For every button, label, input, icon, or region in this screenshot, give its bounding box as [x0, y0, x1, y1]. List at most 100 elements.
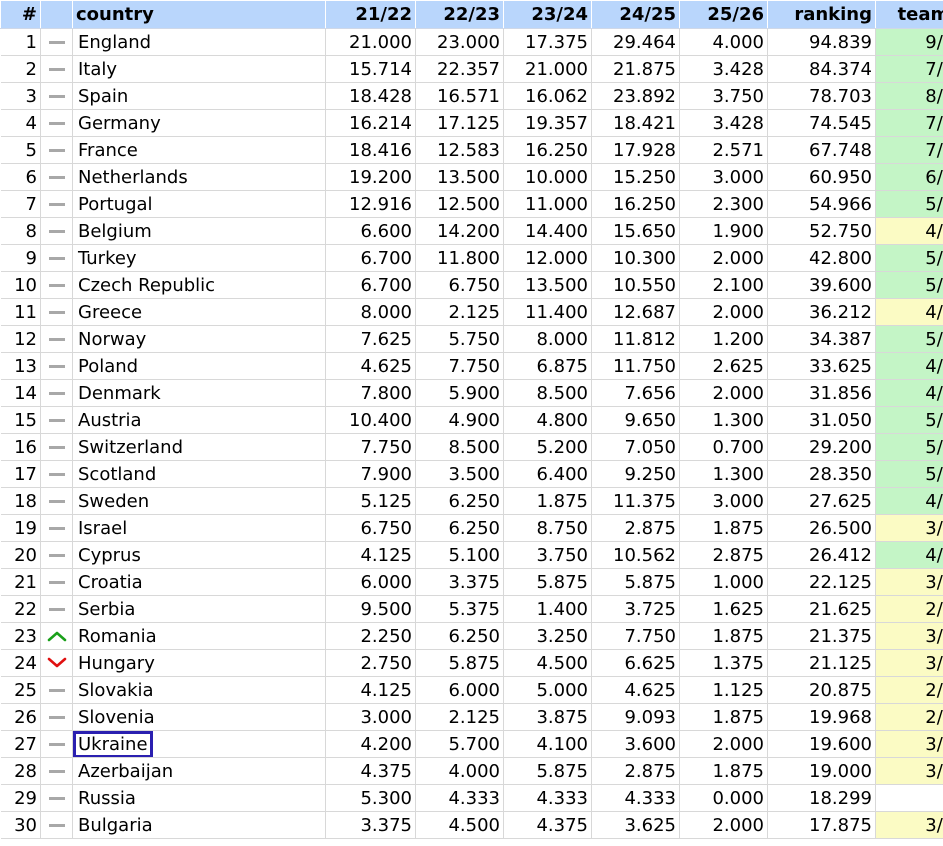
table-row[interactable]: 9 Turkey 6.700 11.800 12.000 10.300 2.000 42.80… — [0, 244, 943, 272]
country-name[interactable]: Slovakia — [76, 680, 156, 701]
table-row[interactable]: 15 Austria 10.400 4.900 4.800 9.650 1.300 31.05… — [0, 406, 943, 434]
country-name[interactable]: Sweden — [76, 491, 151, 512]
table-row[interactable]: 4 Germany 16.214 17.125 19.357 18.421 3.428 74.… — [0, 109, 943, 137]
country-name[interactable]: Spain — [76, 86, 130, 107]
table-row[interactable]: 6 Netherlands 19.200 13.500 10.000 15.250 3.00… — [0, 163, 943, 191]
country-cell[interactable]: Netherlands — [72, 163, 326, 191]
header-season-21-22[interactable]: 21/22 — [325, 0, 416, 29]
header-season-23-24[interactable]: 23/24 — [503, 0, 592, 29]
header-teams[interactable]: teams — [875, 0, 943, 29]
country-cell[interactable]: Poland — [72, 352, 326, 380]
table-row[interactable]: 18 Sweden 5.125 6.250 1.875 11.375 3.000 27.625… — [0, 487, 943, 515]
country-cell[interactable]: Azerbaijan — [72, 757, 326, 785]
country-name[interactable]: Germany — [76, 113, 163, 134]
country-name[interactable]: Turkey — [76, 248, 139, 269]
country-cell[interactable]: Ukraine — [72, 730, 326, 758]
country-cell[interactable]: Norway — [72, 325, 326, 353]
country-cell[interactable]: Israel — [72, 514, 326, 542]
country-name[interactable]: Slovenia — [76, 707, 157, 728]
table-row[interactable]: 7 Portugal 12.916 12.500 11.000 16.250 2.300 54… — [0, 190, 943, 218]
country-cell[interactable]: England — [72, 28, 326, 56]
table-row[interactable]: 29Russia5.3004.3334.3334.3330.00018.2990 — [0, 784, 943, 812]
table-row[interactable]: 23 Romania 2.250 6.250 3.250 7.750 1.875 21.375… — [0, 622, 943, 650]
table-row[interactable]: 8 Belgium 6.600 14.200 14.400 15.650 1.900 52.7… — [0, 217, 943, 245]
table-row[interactable]: 12 Norway 7.625 5.750 8.000 11.812 1.200 34.387… — [0, 325, 943, 353]
country-name[interactable]: Croatia — [76, 572, 145, 593]
table-row[interactable]: 30 Bulgaria 3.375 4.500 4.375 3.625 2.000 17.87… — [0, 811, 943, 839]
header-season-24-25[interactable]: 24/25 — [591, 0, 680, 29]
country-cell[interactable]: Denmark — [72, 379, 326, 407]
country-cell[interactable]: Switzerland — [72, 433, 326, 461]
country-name[interactable]: Belgium — [76, 221, 154, 242]
table-row[interactable]: 28 Azerbaijan 4.375 4.000 5.875 2.875 1.875 19.… — [0, 757, 943, 785]
country-cell[interactable]: Austria — [72, 406, 326, 434]
header-season-22-23[interactable]: 22/23 — [415, 0, 504, 29]
header-ranking[interactable]: ranking — [767, 0, 876, 29]
country-cell[interactable]: France — [72, 136, 326, 164]
header-country[interactable]: country — [72, 0, 326, 29]
country-cell[interactable]: Sweden — [72, 487, 326, 515]
country-cell[interactable]: Slovakia — [72, 676, 326, 704]
country-cell[interactable]: Spain — [72, 82, 326, 110]
country-name[interactable]: Cyprus — [76, 545, 143, 566]
table-row[interactable]: 13 Poland 4.625 7.750 6.875 11.750 2.625 33.625… — [0, 352, 943, 380]
table-row[interactable]: 27 Ukraine 4.200 5.700 4.100 3.600 2.000 19.600… — [0, 730, 943, 758]
table-row[interactable]: 16 Switzerland 7.750 8.500 5.200 7.050 0.700 29… — [0, 433, 943, 461]
country-name[interactable]: Austria — [76, 410, 144, 431]
table-row[interactable]: 17 Scotland 7.900 3.500 6.400 9.250 1.300 28.35… — [0, 460, 943, 488]
table-row[interactable]: 3 Spain 18.428 16.571 16.062 23.892 3.750 78.70… — [0, 82, 943, 110]
country-name[interactable]: England — [76, 32, 153, 53]
table-row[interactable]: 2 Italy 15.714 22.357 21.000 21.875 3.428 84.37… — [0, 55, 943, 83]
country-name[interactable]: Romania — [76, 626, 159, 647]
table-row[interactable]: 20 Cyprus 4.125 5.100 3.750 10.562 2.875 26.412… — [0, 541, 943, 569]
country-cell[interactable]: Czech Republic — [72, 271, 326, 299]
country-name[interactable]: Bulgaria — [76, 815, 155, 836]
table-row[interactable]: 11 Greece 8.000 2.125 11.400 12.687 2.000 36.21… — [0, 298, 943, 326]
country-name-selected[interactable]: Ukraine — [73, 730, 153, 757]
country-name[interactable]: Scotland — [76, 464, 158, 485]
table-row[interactable]: 14 Denmark 7.800 5.900 8.500 7.656 2.000 31.856… — [0, 379, 943, 407]
table-row[interactable]: 25 Slovakia 4.125 6.000 5.000 4.625 1.125 20.87… — [0, 676, 943, 704]
country-name[interactable]: Portugal — [76, 194, 155, 215]
country-name[interactable]: Netherlands — [76, 167, 190, 188]
country-cell[interactable]: Serbia — [72, 595, 326, 623]
country-name[interactable]: Italy — [76, 59, 119, 80]
table-row[interactable]: 26 Slovenia 3.000 2.125 3.875 9.093 1.875 19.96… — [0, 703, 943, 731]
country-cell[interactable]: Croatia — [72, 568, 326, 596]
country-cell[interactable]: Portugal — [72, 190, 326, 218]
country-cell[interactable]: Hungary — [72, 649, 326, 677]
table-row[interactable]: 19 Israel 6.750 6.250 8.750 2.875 1.875 26.500 3… — [0, 514, 943, 542]
country-name[interactable]: Greece — [76, 302, 144, 323]
country-name[interactable]: Russia — [76, 788, 138, 809]
country-cell[interactable]: Turkey — [72, 244, 326, 272]
country-cell[interactable]: Scotland — [72, 460, 326, 488]
country-name[interactable]: Czech Republic — [76, 275, 217, 296]
country-name[interactable]: Azerbaijan — [76, 761, 175, 782]
country-name[interactable]: Israel — [76, 518, 129, 539]
table-row[interactable]: 21 Croatia 6.000 3.375 5.875 5.875 1.000 22.125… — [0, 568, 943, 596]
country-cell[interactable]: Germany — [72, 109, 326, 137]
header-rank[interactable]: # — [0, 0, 41, 29]
country-cell[interactable]: Cyprus — [72, 541, 326, 569]
country-cell[interactable]: Romania — [72, 622, 326, 650]
country-name[interactable]: Switzerland — [76, 437, 185, 458]
country-name[interactable]: Poland — [76, 356, 140, 377]
table-row[interactable]: 24 Hungary 2.750 5.875 4.500 6.625 1.375 21.125… — [0, 649, 943, 677]
country-name[interactable]: Denmark — [76, 383, 163, 404]
season-24-25-cell: 11.812 — [591, 325, 680, 353]
country-cell[interactable]: Italy — [72, 55, 326, 83]
country-name[interactable]: France — [76, 140, 140, 161]
country-cell[interactable]: Greece — [72, 298, 326, 326]
country-name[interactable]: Serbia — [76, 599, 137, 620]
country-name[interactable]: Hungary — [76, 653, 157, 674]
table-row[interactable]: 1 England 21.000 23.000 17.375 29.464 4.000 94.… — [0, 28, 943, 56]
country-cell[interactable]: Russia — [72, 784, 326, 812]
country-cell[interactable]: Slovenia — [72, 703, 326, 731]
country-cell[interactable]: Bulgaria — [72, 811, 326, 839]
country-name[interactable]: Norway — [76, 329, 148, 350]
header-season-25-26[interactable]: 25/26 — [679, 0, 768, 29]
table-row[interactable]: 22 Serbia 9.500 5.375 1.400 3.725 1.625 21.625 2… — [0, 595, 943, 623]
table-row[interactable]: 10 Czech Republic 6.700 6.750 13.500 10.550 2.… — [0, 271, 943, 299]
table-row[interactable]: 5 France 18.416 12.583 16.250 17.928 2.571 67.7… — [0, 136, 943, 164]
country-cell[interactable]: Belgium — [72, 217, 326, 245]
